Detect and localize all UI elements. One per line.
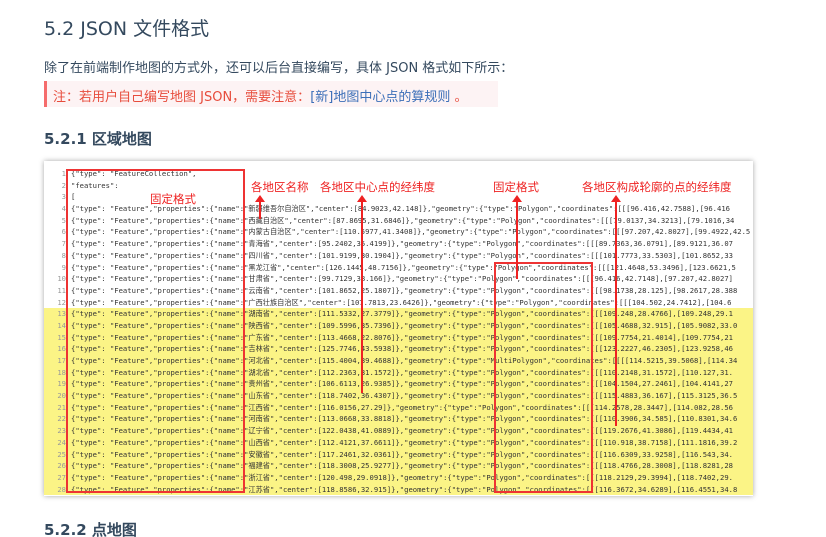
line-number: 27 (57, 472, 66, 482)
line-number: 5 (61, 215, 66, 225)
line-number: 12 (57, 297, 66, 307)
subsection-title-region-map: 5.2.1 区域地图 (44, 130, 152, 148)
note-callout: 注：若用户自己编写地图 JSON，需要注意：[新]地图中心点的算规则 。 (44, 81, 498, 107)
line-number: 10 (57, 274, 66, 284)
line-number: 17 (57, 356, 66, 365)
line-number: 21 (57, 402, 66, 412)
line-number: 15 (57, 332, 66, 342)
line-number: 2 (61, 180, 66, 190)
line-number: 9 (61, 262, 66, 272)
subsection-title-point-map: 5.2.2 点地图 (44, 521, 137, 537)
line-number: 13 (57, 309, 66, 319)
arrow-region-name (255, 195, 265, 219)
line-number: 28 (57, 484, 66, 494)
line-number: 3 (61, 192, 66, 202)
note-link[interactable]: [新]地图中心点的算规则 (310, 90, 450, 105)
line-number: 25 (57, 449, 66, 459)
annotation-fixed-format-2: 固定格式 (493, 180, 539, 194)
annotation-region-name: 各地区名称 (251, 180, 309, 194)
arrow-center-coords (357, 195, 367, 393)
fixed-format-box-right (494, 262, 593, 493)
line-number: 8 (61, 250, 66, 260)
line-number: 6 (61, 227, 66, 237)
line-number: 16 (57, 344, 66, 354)
line-number: 18 (57, 367, 66, 377)
line-number: 19 (57, 379, 66, 389)
line-number: 23 (57, 426, 66, 436)
json-example-screenshot: 1 {"type": "FeatureCollection", 2 "features… (44, 161, 753, 496)
line-number: 22 (57, 414, 66, 424)
line-number: 26 (57, 461, 66, 471)
note-prefix: 注：若用户自己编写地图 JSON，需要注意： (53, 90, 311, 105)
intro-text: 除了在前端制作地图的方式外，还可以后台直接编写，具体 JSON 格式如下所示： (44, 61, 514, 76)
section-title: 5.2 JSON 文件格式 (44, 18, 210, 40)
fixed-format-box-left (66, 169, 245, 493)
note-suffix: 。 (450, 90, 468, 105)
annotation-contour-coords: 各地区构成轮廓的点的经纬度 (582, 180, 732, 194)
line-number: 11 (57, 285, 66, 295)
line-number: 20 (57, 391, 66, 401)
line-number: 1 (61, 169, 66, 178)
annotation-center-coords: 各地区中心点的经纬度 (320, 180, 435, 194)
line-number: 24 (57, 437, 66, 447)
line-number: 7 (61, 239, 66, 249)
line-number: 4 (61, 204, 66, 214)
arrow-contour-coords (611, 195, 621, 426)
line-number: 14 (57, 320, 66, 330)
arrow-fixed-format (512, 195, 522, 279)
annotation-fixed-format-1: 固定格式 (150, 192, 196, 206)
